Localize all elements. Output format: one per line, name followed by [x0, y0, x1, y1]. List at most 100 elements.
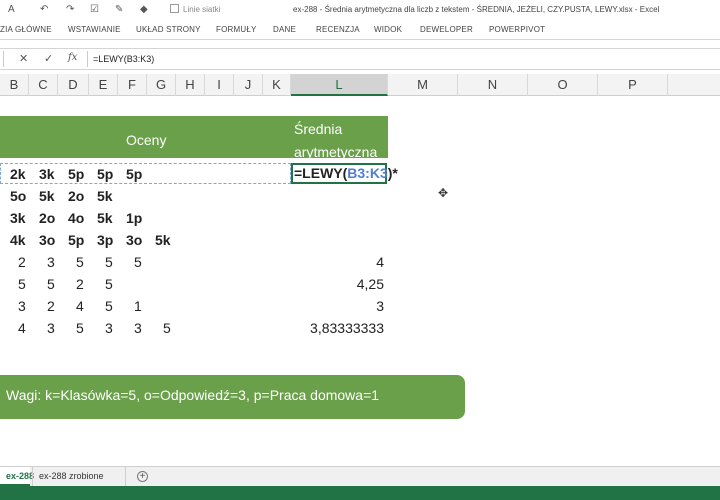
- grade-cell[interactable]: 5p: [126, 166, 142, 182]
- paint-icon[interactable]: ✎: [115, 4, 123, 15]
- value-cell[interactable]: 5: [76, 320, 84, 336]
- move-cursor-icon: ✥: [438, 186, 449, 200]
- tab-home[interactable]: ZIA GŁÓWNE: [0, 25, 52, 34]
- header-arytmetyczna: arytmetyczna: [294, 144, 378, 160]
- grade-cell[interactable]: 5k: [97, 210, 113, 226]
- value-cell[interactable]: 3: [47, 254, 55, 270]
- grade-cell[interactable]: 3o: [39, 232, 55, 248]
- average-cell[interactable]: 3,83333333: [264, 320, 384, 336]
- column-header-n[interactable]: N: [458, 74, 528, 96]
- tab-formulas[interactable]: FORMUŁY: [216, 25, 257, 34]
- tab-view[interactable]: WIDOK: [374, 25, 402, 34]
- value-cell[interactable]: 2: [76, 276, 84, 292]
- header-oceny: Oceny: [126, 132, 167, 148]
- grade-cell[interactable]: 3k: [10, 210, 26, 226]
- redo-icon[interactable]: ↷: [66, 4, 74, 15]
- value-cell[interactable]: 5: [47, 276, 55, 292]
- fill-icon[interactable]: ◆: [140, 4, 148, 15]
- tab-review[interactable]: RECENZJA: [316, 25, 360, 34]
- column-header-h[interactable]: H: [176, 74, 205, 96]
- value-cell[interactable]: 2: [18, 254, 26, 270]
- column-header-d[interactable]: D: [58, 74, 89, 96]
- average-cell[interactable]: 4: [264, 254, 384, 270]
- value-cell[interactable]: 5: [76, 254, 84, 270]
- tab-data[interactable]: DANE: [273, 25, 296, 34]
- formula-bar: ✕ ✓ fx =LEWY(B3:K3): [0, 48, 720, 70]
- grade-cell[interactable]: 5k: [39, 188, 55, 204]
- grade-cell[interactable]: 5o: [10, 188, 26, 204]
- value-cell[interactable]: 5: [134, 254, 142, 270]
- grade-cell[interactable]: 2k: [10, 166, 26, 182]
- value-cell[interactable]: 5: [105, 254, 113, 270]
- value-cell[interactable]: 1: [134, 298, 142, 314]
- confirm-icon[interactable]: ✓: [44, 52, 53, 65]
- insert-function-icon[interactable]: fx: [68, 52, 77, 63]
- sheet-tab-ex-288[interactable]: ex-288: [0, 467, 34, 486]
- column-header-m[interactable]: M: [388, 74, 458, 96]
- value-cell[interactable]: 2: [47, 298, 55, 314]
- grade-cell[interactable]: 5k: [97, 188, 113, 204]
- column-header-f[interactable]: F: [118, 74, 147, 96]
- status-bar: [0, 486, 720, 500]
- grade-cell[interactable]: 5p: [68, 166, 84, 182]
- average-cell[interactable]: 3: [264, 298, 384, 314]
- title-bar: A ↶ ↷ ☑ ✎ ◆ Linie siatki ex-288 - Średni…: [0, 0, 720, 20]
- value-cell[interactable]: 3: [18, 298, 26, 314]
- value-cell[interactable]: 5: [105, 276, 113, 292]
- window-title: ex-288 - Średnia arytmetyczna dla liczb …: [293, 5, 660, 14]
- column-header-o[interactable]: O: [528, 74, 598, 96]
- gridlines-checkbox[interactable]: [170, 4, 179, 13]
- weights-legend-banner: Wagi: k=Klasówka=5, o=Odpowiedź=3, p=Pra…: [0, 375, 465, 419]
- tab-developer[interactable]: DEWELOPER: [420, 25, 473, 34]
- value-cell[interactable]: 4: [18, 320, 26, 336]
- column-header-b[interactable]: B: [0, 74, 29, 96]
- header-srednia: Średnia: [294, 121, 343, 137]
- grade-cell[interactable]: 3p: [97, 232, 113, 248]
- value-cell[interactable]: 5: [18, 276, 26, 292]
- value-cell[interactable]: 3: [47, 320, 55, 336]
- value-cell[interactable]: 4: [76, 298, 84, 314]
- weights-legend-text: Wagi: k=Klasówka=5, o=Odpowiedź=3, p=Pra…: [6, 387, 380, 403]
- grade-cell[interactable]: 3o: [126, 232, 142, 248]
- grade-cell[interactable]: 2o: [68, 188, 84, 204]
- column-header-p[interactable]: P: [598, 74, 668, 96]
- grade-cell[interactable]: 4o: [68, 210, 84, 226]
- tab-page-layout[interactable]: UKŁAD STRONY: [136, 25, 201, 34]
- undo-icon[interactable]: ↶: [40, 4, 48, 15]
- value-cell[interactable]: 3: [105, 320, 113, 336]
- grade-cell[interactable]: 5p: [97, 166, 113, 182]
- checkbox-icon[interactable]: ☑: [90, 4, 99, 15]
- tab-insert[interactable]: WSTAWIANIE: [68, 25, 121, 34]
- column-header-l[interactable]: L: [291, 74, 388, 96]
- worksheet[interactable]: Oceny Średnia arytmetyczna =LEWY(B3:K3)*…: [0, 96, 720, 470]
- column-header-c[interactable]: C: [29, 74, 58, 96]
- column-headers: B C D E F G H I J K L M N O P: [0, 74, 720, 96]
- value-cell[interactable]: 5: [105, 298, 113, 314]
- sheet-tabs: ex-288 ex-288 zrobione +: [0, 466, 720, 486]
- gridlines-label: Linie siatki: [183, 5, 221, 14]
- grade-cell[interactable]: 5k: [155, 232, 171, 248]
- grade-cell[interactable]: 3k: [39, 166, 55, 182]
- cancel-icon[interactable]: ✕: [19, 52, 28, 65]
- tab-powerpivot[interactable]: POWERPIVOT: [489, 25, 545, 34]
- grade-cell[interactable]: 1p: [126, 210, 142, 226]
- grade-cell[interactable]: 2o: [39, 210, 55, 226]
- value-cell[interactable]: 3: [134, 320, 142, 336]
- font-color-icon[interactable]: A: [8, 4, 15, 15]
- grade-cell[interactable]: 4k: [10, 232, 26, 248]
- column-header-i[interactable]: I: [205, 74, 234, 96]
- column-header-e[interactable]: E: [89, 74, 118, 96]
- column-header-k[interactable]: K: [263, 74, 291, 96]
- ribbon-tabs: ZIA GŁÓWNE WSTAWIANIE UKŁAD STRONY FORMU…: [0, 20, 720, 40]
- name-box[interactable]: [0, 51, 4, 67]
- add-sheet-icon[interactable]: +: [137, 471, 148, 482]
- value-cell[interactable]: 5: [163, 320, 171, 336]
- column-header-j[interactable]: J: [234, 74, 263, 96]
- column-header-g[interactable]: G: [147, 74, 176, 96]
- average-cell[interactable]: 4,25: [264, 276, 384, 292]
- sheet-tab-ex-288-zrobione[interactable]: ex-288 zrobione: [32, 467, 126, 486]
- formula-divider: [87, 51, 88, 67]
- cell-edit-formula[interactable]: =LEWY(B3:K3)*: [294, 165, 398, 181]
- grade-cell[interactable]: 5p: [68, 232, 84, 248]
- formula-input[interactable]: =LEWY(B3:K3): [93, 54, 154, 64]
